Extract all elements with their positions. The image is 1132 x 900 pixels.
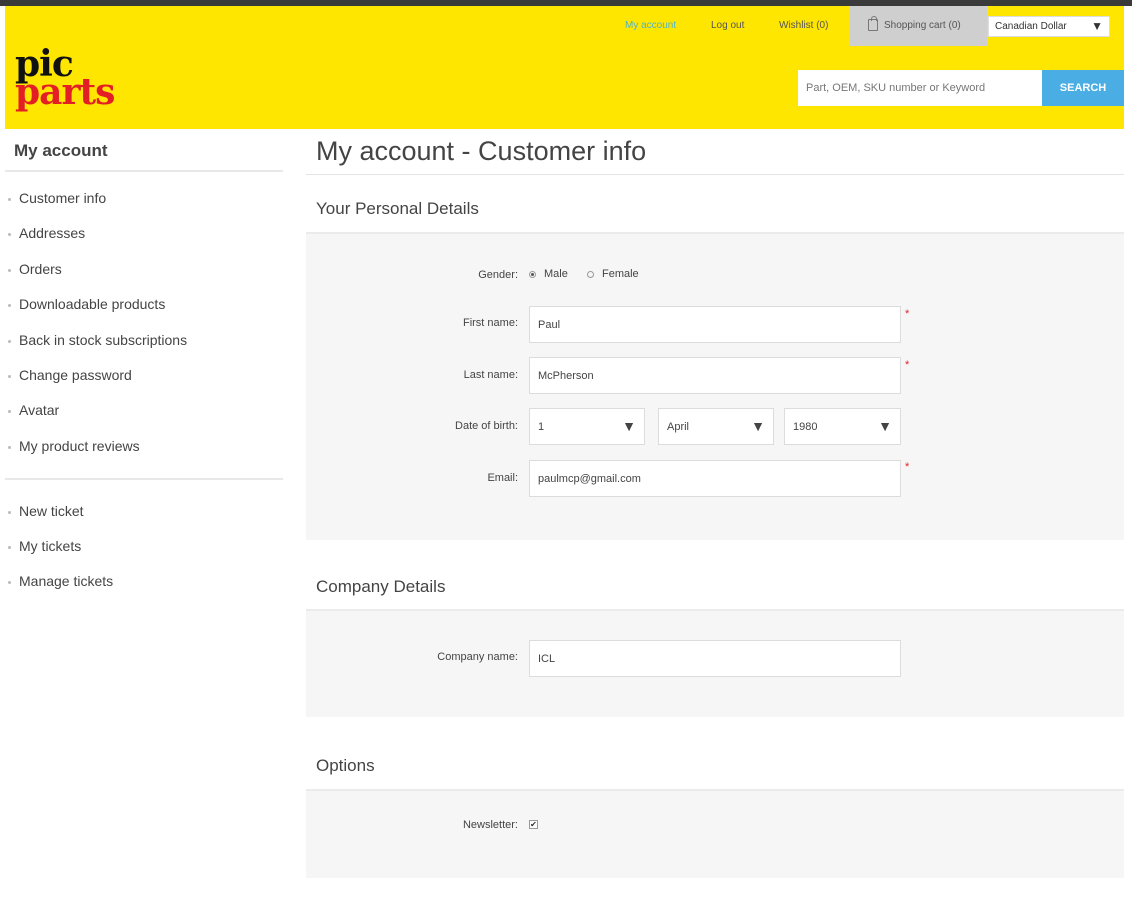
sidebar-item-label: Addresses [19, 225, 86, 241]
my-account-link[interactable]: My account [625, 20, 676, 31]
email-field[interactable] [529, 460, 901, 497]
sidebar-item-avatar[interactable]: Avatar [8, 402, 59, 418]
sidebar-item-manage-tickets[interactable]: Manage tickets [8, 573, 113, 589]
sidebar-item-change-password[interactable]: Change password [8, 367, 132, 383]
site-logo[interactable]: pic parts [15, 46, 145, 120]
logout-link[interactable]: Log out [711, 20, 744, 31]
sidebar-item-label: Customer info [19, 190, 107, 206]
chevron-down-icon: ▼ [878, 418, 892, 434]
bullet-icon [8, 374, 11, 378]
sidebar-item-label: Change password [19, 367, 132, 383]
newsletter-checkbox[interactable]: ✔ [529, 820, 538, 829]
newsletter-label: Newsletter: [462, 819, 518, 831]
bullet-icon [8, 232, 11, 236]
bullet-icon [8, 339, 11, 343]
email-label: Email: [487, 472, 518, 484]
gender-male-radio[interactable] [529, 271, 536, 278]
sidebar-item-customer-info[interactable]: Customer info [8, 190, 106, 206]
sidebar-item-label: Avatar [19, 402, 60, 418]
first-name-label: First name: [462, 317, 518, 329]
sidebar-item-label: Orders [19, 261, 62, 277]
sidebar-item-new-ticket[interactable]: New ticket [8, 503, 84, 519]
sidebar-item-label: New ticket [19, 503, 84, 519]
page-title: My account - Customer info [316, 136, 647, 166]
dob-day-value: 1 [538, 421, 545, 433]
required-marker: * [905, 359, 910, 371]
wishlist-link[interactable]: Wishlist (0) [779, 20, 828, 31]
company-details-title: Company Details [316, 577, 446, 596]
company-name-field[interactable] [529, 640, 901, 677]
gender-female-radio[interactable] [587, 271, 594, 278]
shopping-cart-link[interactable]: Shopping cart (0) [850, 6, 987, 46]
search-button[interactable]: SEARCH [1042, 70, 1124, 106]
options-panel [306, 791, 1124, 878]
chevron-down-icon: ▼ [1091, 19, 1103, 33]
company-name-label: Company name: [437, 651, 518, 663]
gender-label: Gender: [478, 269, 518, 281]
personal-details-title: Your Personal Details [316, 199, 479, 218]
sidebar-item-addresses[interactable]: Addresses [8, 225, 85, 241]
dob-month-select[interactable]: April ▼ [658, 408, 774, 445]
bullet-icon [8, 545, 11, 549]
sidebar-item-product-reviews[interactable]: My product reviews [8, 438, 140, 454]
logo-text-parts: parts [15, 71, 115, 113]
sidebar-item-label: Back in stock subscriptions [19, 332, 188, 348]
date-of-birth-label: Date of birth: [455, 420, 518, 432]
sidebar-title: My account [14, 141, 108, 160]
search-input[interactable] [798, 70, 1042, 106]
shopping-cart-label: Shopping cart (0) [884, 20, 961, 31]
sidebar-divider [5, 478, 283, 480]
shopping-bag-icon [868, 16, 878, 31]
last-name-label: Last name: [463, 369, 518, 381]
sidebar-item-label: Downloadable products [19, 296, 166, 312]
dob-year-value: 1980 [793, 421, 818, 433]
currency-select[interactable]: Canadian Dollar ▼ [988, 16, 1110, 37]
bullet-icon [8, 197, 11, 201]
bullet-icon [8, 268, 11, 272]
bullet-icon [8, 303, 11, 307]
options-title: Options [316, 756, 375, 775]
title-divider [306, 174, 1124, 175]
chevron-down-icon: ▼ [622, 418, 636, 434]
required-marker: * [905, 308, 910, 320]
currency-value: Canadian Dollar [995, 21, 1067, 32]
site-header: My account Log out Wishlist (0) Shopping… [5, 6, 1124, 129]
sidebar-item-label: My tickets [19, 538, 82, 554]
dob-year-select[interactable]: 1980 ▼ [784, 408, 901, 445]
dob-month-value: April [667, 421, 690, 433]
required-marker: * [905, 461, 910, 473]
sidebar-item-label: My product reviews [19, 438, 140, 454]
bullet-icon [8, 580, 11, 584]
last-name-field[interactable] [529, 357, 901, 394]
sidebar-item-label: Manage tickets [19, 573, 114, 589]
gender-male-label[interactable]: Male [544, 268, 568, 280]
first-name-field[interactable] [529, 306, 901, 343]
sidebar-item-my-tickets[interactable]: My tickets [8, 538, 81, 554]
bullet-icon [8, 445, 11, 449]
chevron-down-icon: ▼ [751, 418, 765, 434]
bullet-icon [8, 409, 11, 413]
sidebar-item-orders[interactable]: Orders [8, 261, 62, 277]
header-links: My account Log out Wishlist (0) Shopping… [5, 6, 1124, 48]
sidebar-item-downloadable-products[interactable]: Downloadable products [8, 296, 165, 312]
sidebar-item-back-in-stock[interactable]: Back in stock subscriptions [8, 332, 187, 348]
gender-female-label[interactable]: Female [602, 268, 639, 280]
bullet-icon [8, 510, 11, 514]
sidebar-divider [5, 170, 283, 172]
dob-day-select[interactable]: 1 ▼ [529, 408, 645, 445]
